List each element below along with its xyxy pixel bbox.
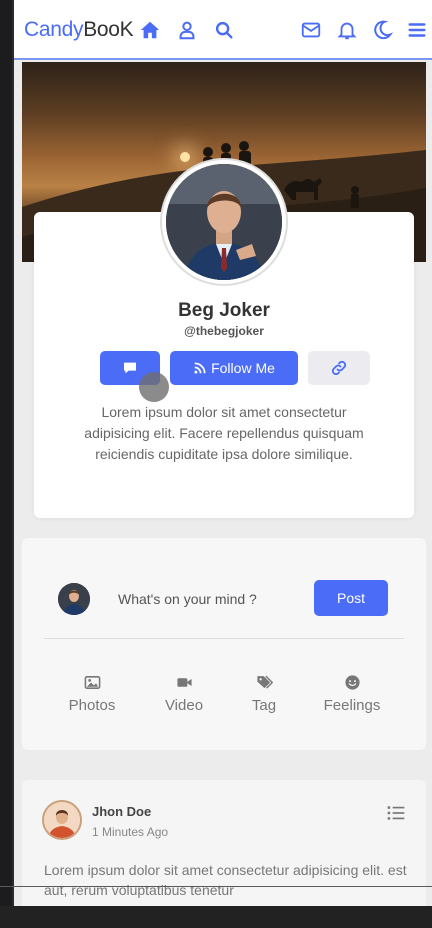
touch-cursor-indicator bbox=[139, 372, 169, 402]
chat-icon bbox=[124, 362, 136, 374]
tag-action-label: Tag bbox=[251, 697, 277, 714]
feelings-action-label: Feelings bbox=[323, 697, 381, 714]
smile-icon bbox=[344, 675, 360, 690]
link-icon bbox=[331, 360, 347, 376]
post-author-name[interactable]: Jhon Doe bbox=[92, 804, 151, 819]
follow-button-label: Follow Me bbox=[211, 360, 275, 376]
copy-link-button[interactable] bbox=[308, 351, 370, 385]
profile-name: Beg Joker bbox=[178, 300, 270, 321]
search-icon[interactable] bbox=[213, 19, 235, 41]
menu-icon[interactable] bbox=[406, 19, 428, 41]
photos-action[interactable]: Photos bbox=[52, 674, 132, 714]
post-timestamp: 1 Minutes Ago bbox=[92, 825, 169, 839]
brand-logo[interactable]: CandyBooK bbox=[24, 18, 134, 42]
composer-divider bbox=[44, 638, 404, 639]
mail-icon[interactable] bbox=[300, 19, 322, 41]
follow-button[interactable]: Follow Me bbox=[170, 351, 298, 385]
moon-icon[interactable] bbox=[371, 19, 393, 41]
video-icon bbox=[176, 678, 192, 687]
image-icon bbox=[84, 676, 100, 689]
list-menu-icon[interactable] bbox=[386, 804, 406, 822]
video-action-label: Video bbox=[164, 697, 204, 714]
photos-action-label: Photos bbox=[68, 697, 116, 714]
brand-part-1: Candy bbox=[24, 18, 84, 41]
tag-icon bbox=[256, 675, 273, 689]
post-author-avatar[interactable] bbox=[42, 800, 82, 840]
brand-part-2: BooK bbox=[83, 18, 134, 41]
app-frame: CandyBooK Beg Joker @thebegjoker Follow … bbox=[12, 0, 432, 906]
home-icon[interactable] bbox=[139, 19, 161, 41]
tag-action[interactable]: Tag bbox=[224, 674, 304, 714]
post-body: Lorem ipsum dolor sit amet consectetur a… bbox=[44, 862, 407, 898]
navbar: CandyBooK bbox=[14, 0, 432, 60]
video-action[interactable]: Video bbox=[144, 674, 224, 714]
feelings-action[interactable]: Feelings bbox=[312, 674, 392, 714]
profile-handle: @thebegjoker bbox=[184, 324, 264, 338]
rss-icon bbox=[194, 362, 206, 374]
post-composer bbox=[22, 538, 426, 750]
composer-avatar bbox=[58, 583, 90, 615]
user-icon[interactable] bbox=[176, 19, 198, 41]
video-progress-line bbox=[0, 886, 432, 887]
bell-icon[interactable] bbox=[336, 19, 358, 41]
composer-prompt[interactable]: What's on your mind ? bbox=[118, 591, 257, 607]
profile-avatar[interactable] bbox=[162, 160, 286, 284]
post-button[interactable]: Post bbox=[314, 580, 388, 616]
bottom-bar bbox=[0, 906, 432, 928]
profile-bio: Lorem ipsum dolor sit amet consectetur a… bbox=[84, 404, 364, 462]
